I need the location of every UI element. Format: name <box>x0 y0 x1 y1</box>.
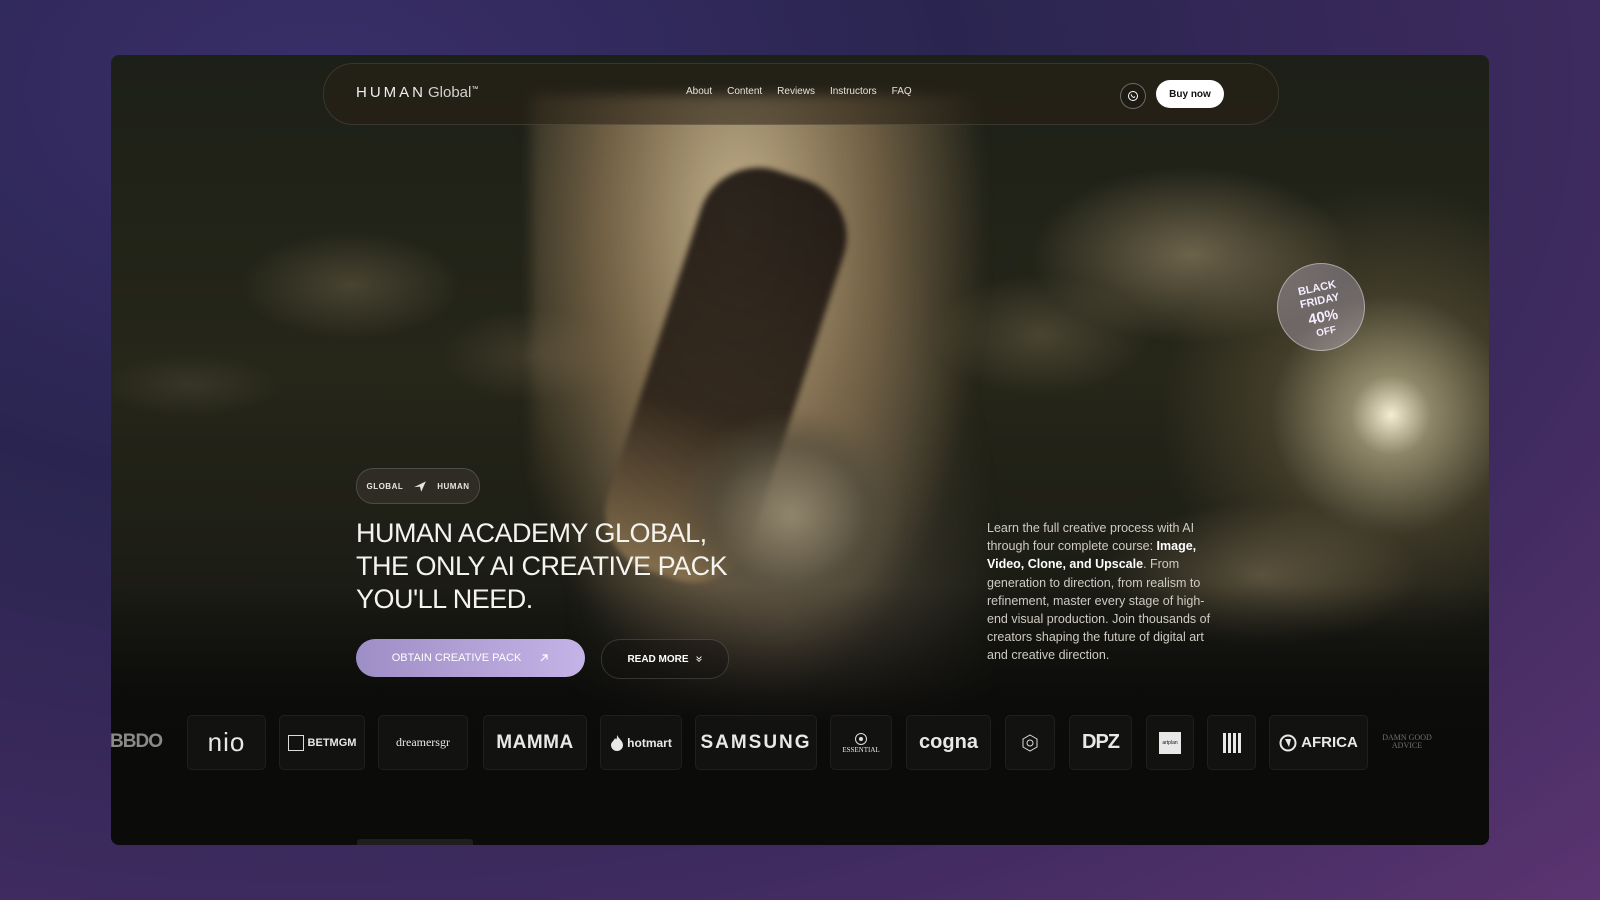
brand-logo[interactable]: HUMAN Global™ <box>356 84 480 101</box>
logo-hotmart-text: hotmart <box>627 735 672 750</box>
black-friday-badge[interactable]: BLACK FRIDAY 40% OFF <box>1268 254 1374 360</box>
logo-betmgm: BETMGM <box>279 715 365 770</box>
client-logo-strip: BBDO nio BETMGM dreamersgr MAMMA hotmart… <box>111 715 1489 771</box>
hero-description: Learn the full creative process with AI … <box>987 519 1225 665</box>
obtain-creative-pack-button[interactable]: OBTAIN CREATIVE PACK <box>356 639 585 677</box>
brand-logo-strong: HUMAN <box>356 84 426 101</box>
flame-icon <box>611 734 624 751</box>
hero-desc-part-2: . From generation to direction, from rea… <box>987 557 1211 663</box>
logo-damn-good-advice: DAMN GOOD ADVICE <box>1382 732 1432 750</box>
nav-link-about[interactable]: About <box>686 86 712 97</box>
logo-nio: nio <box>187 715 266 770</box>
browser-viewport: HUMAN Global™ About Content Reviews Instr… <box>111 55 1489 845</box>
logo-emblem <box>1005 715 1055 770</box>
emblem-icon <box>1022 733 1038 752</box>
chevron-down-icon <box>695 656 702 663</box>
read-more-button[interactable]: READ MORE <box>601 639 729 679</box>
nav-link-reviews[interactable]: Reviews <box>777 86 815 97</box>
brand-logo-mark: ™ <box>471 86 481 93</box>
tag-left: GLOBAL <box>366 481 404 491</box>
plane-icon <box>414 481 427 492</box>
logo-cogna: cogna <box>906 715 991 770</box>
whatsapp-button[interactable] <box>1120 83 1146 109</box>
logo-mamma: MAMMA <box>483 715 587 770</box>
top-nav: HUMAN Global™ About Content Reviews Instr… <box>323 63 1279 125</box>
logo-artplan-box: artplan <box>1159 731 1181 754</box>
logo-africa-text: AFRICA <box>1301 734 1358 751</box>
arrow-up-right-icon <box>540 654 548 662</box>
brand-logo-light: Global <box>428 84 472 101</box>
cta-primary-label: OBTAIN CREATIVE PACK <box>391 652 522 664</box>
logo-grid <box>1207 715 1256 770</box>
logo-africa: AFRICA <box>1269 715 1368 770</box>
logo-dpz: DPZ <box>1069 715 1132 770</box>
logo-artplan: artplan <box>1146 715 1194 770</box>
cta-secondary-label: READ MORE <box>627 653 689 665</box>
nav-link-faq[interactable]: FAQ <box>892 86 912 97</box>
logo-bbdo: BBDO <box>111 730 163 752</box>
whatsapp-icon <box>1128 91 1138 101</box>
scroll-indicator <box>357 839 473 845</box>
logo-essential: ESSENTIAL <box>830 715 892 770</box>
logo-dreamers: dreamersgr <box>378 715 468 770</box>
logo-hotmart: hotmart <box>600 715 682 770</box>
nav-link-content[interactable]: Content <box>727 86 762 97</box>
hero-tag-pill: GLOBAL HUMAN <box>356 468 480 504</box>
hero-title: HUMAN ACADEMY GLOBAL, THE ONLY AI CREATI… <box>356 518 728 614</box>
logo-betmgm-text: BETMGM <box>307 736 357 749</box>
logo-essential-text: ESSENTIAL <box>842 745 880 754</box>
nav-link-instructors[interactable]: Instructors <box>830 86 877 97</box>
tag-right: HUMAN <box>437 481 470 491</box>
logo-samsung: SAMSUNG <box>695 715 817 770</box>
africa-circle-icon <box>1279 734 1297 751</box>
nav-links: About Content Reviews Instructors FAQ <box>686 86 927 97</box>
buy-now-button[interactable]: Buy now <box>1156 80 1224 108</box>
essential-emblem-icon <box>855 732 867 745</box>
betmgm-icon <box>287 734 304 751</box>
grid-logo-icon <box>1222 732 1241 753</box>
